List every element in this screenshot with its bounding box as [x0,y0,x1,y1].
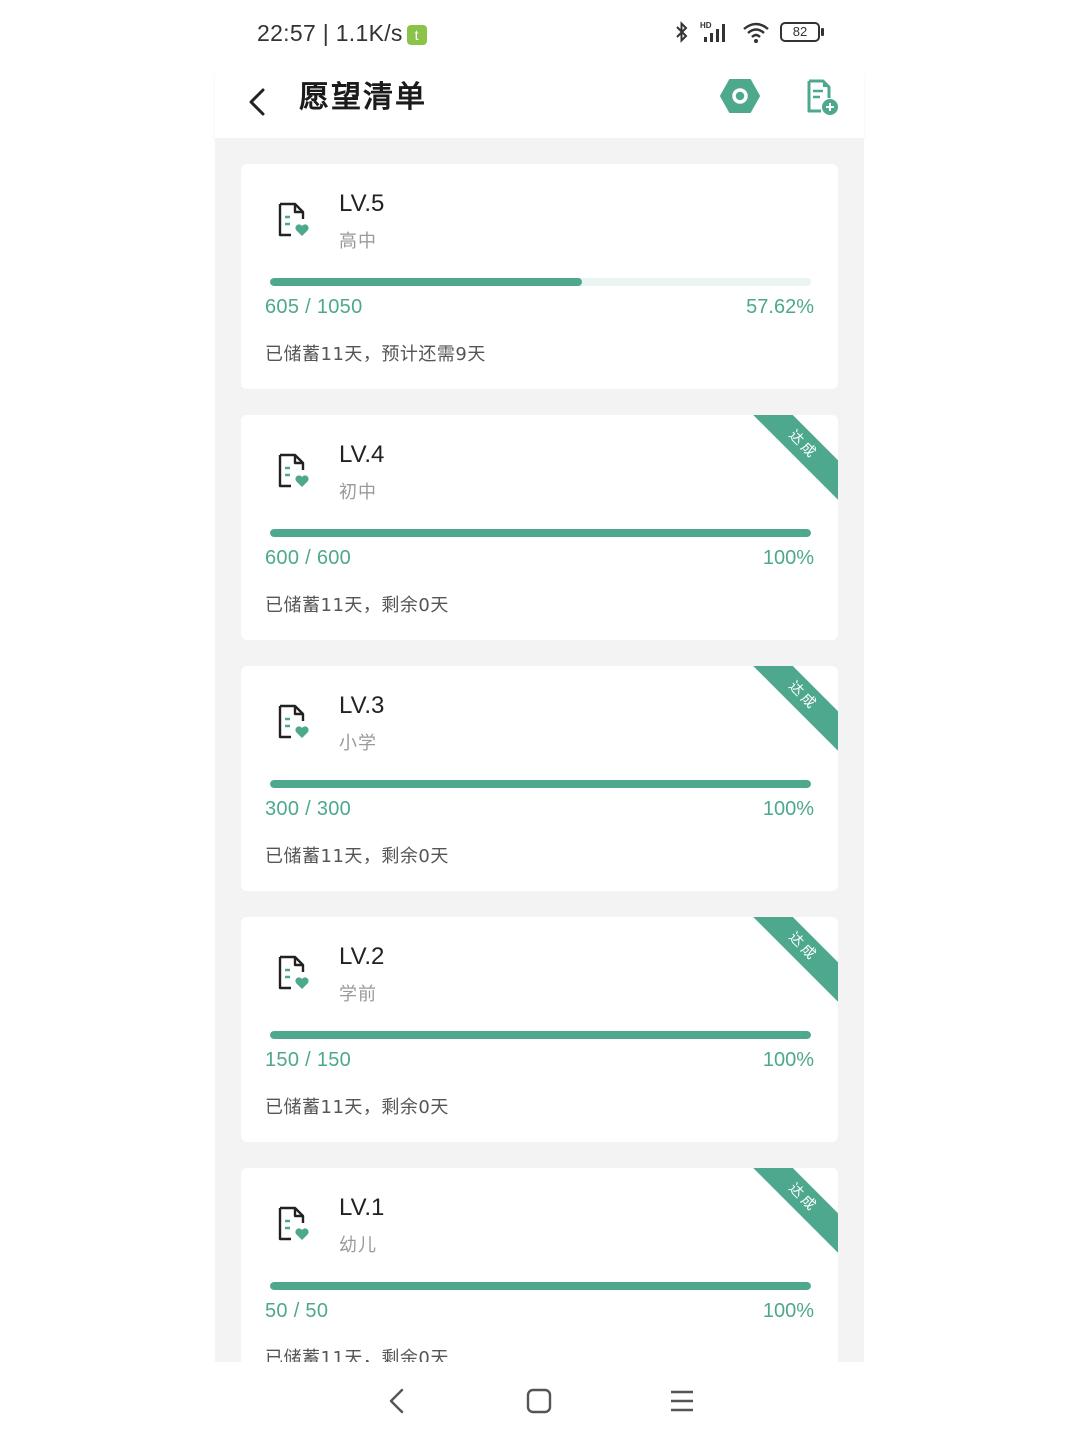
progress-fill [270,1031,811,1039]
page-title: 愿望清单 [299,80,427,115]
wish-percent: 100% [762,547,814,569]
wish-document-icon [278,453,309,488]
wish-percent: 100% [762,798,814,820]
wish-amount: 605 / 1050 [265,296,363,318]
progress-fill [270,278,582,286]
add-wish-button[interactable] [805,78,841,118]
progress-bar [270,278,811,286]
status-bar: 22:57 | 1.1K/s t HD 82 [215,0,864,72]
battery-indicator: 82 [780,22,824,42]
achieved-ribbon: 达成 [740,917,838,1010]
wish-card[interactable]: 达成 LV.4 初中 600 / 600 100% 已储蓄11天，剩余0天 [241,415,838,640]
status-time-text: 22:57 | 1.1K/s [257,20,403,46]
status-icons: HD 82 [674,20,824,44]
wish-note: 已储蓄11天，剩余0天 [265,1348,449,1362]
wish-level: LV.3 [339,692,385,719]
notification-badge: t [406,24,427,45]
wish-stage: 学前 [339,984,377,1005]
wish-amount: 50 / 50 [265,1300,329,1322]
progress-bar [270,780,811,788]
wifi-icon [743,22,769,43]
add-document-icon [807,79,838,115]
achieved-ribbon: 达成 [740,1168,838,1261]
wish-note: 已储蓄11天，剩余0天 [265,595,449,616]
wish-stage: 高中 [339,231,377,252]
wish-document-icon [278,202,309,237]
system-nav-bar [215,1362,864,1439]
wish-level: LV.4 [339,441,385,468]
wish-note: 已储蓄11天，剩余0天 [265,846,449,867]
back-button[interactable] [241,78,285,126]
wish-note: 已储蓄11天，预计还需9天 [265,344,486,365]
wish-amount: 150 / 150 [265,1049,352,1071]
app-bar: 愿望清单 [215,72,864,138]
signal-icon: HD [700,21,725,42]
nav-back-icon[interactable] [383,1386,411,1416]
progress-bar [270,1031,811,1039]
wish-document-icon [278,1206,309,1241]
wish-stage: 小学 [339,733,377,754]
progress-bar [270,529,811,537]
wish-card[interactable]: 达成 LV.2 学前 150 / 150 100% 已储蓄11天，剩余0天 [241,917,838,1142]
achieved-ribbon: 达成 [740,415,838,508]
svg-text:HD: HD [700,21,712,30]
status-time: 22:57 | 1.1K/s t [257,20,427,47]
wish-level: LV.1 [339,1194,385,1221]
nav-home-icon[interactable] [526,1388,552,1414]
wish-note: 已储蓄11天，剩余0天 [265,1097,449,1118]
wish-amount: 600 / 600 [265,547,352,569]
wish-list[interactable]: LV.5 高中 605 / 1050 57.62% 已储蓄11天，预计还需9天 … [215,138,864,1362]
achieved-ribbon: 达成 [740,666,838,759]
wish-amount: 300 / 300 [265,798,352,820]
wish-level: LV.5 [339,190,385,217]
settings-button[interactable] [720,76,760,116]
progress-bar [270,1282,811,1290]
wish-card[interactable]: 达成 LV.1 幼儿 50 / 50 100% 已储蓄11天，剩余0天 [241,1168,838,1362]
settings-hex-icon [720,79,760,113]
wish-document-icon [278,704,309,739]
wish-stage: 幼儿 [339,1235,377,1256]
progress-fill [270,1282,811,1290]
wish-level: LV.2 [339,943,385,970]
wish-stage: 初中 [339,482,377,503]
wish-percent: 100% [762,1300,814,1322]
wish-percent: 57.62% [746,296,814,318]
wish-card[interactable]: 达成 LV.3 小学 300 / 300 100% 已储蓄11天，剩余0天 [241,666,838,891]
wish-percent: 100% [762,1049,814,1071]
wish-document-icon [278,955,309,990]
back-arrow-icon [249,88,265,116]
nav-menu-icon[interactable] [669,1389,695,1413]
progress-fill [270,529,811,537]
wish-card[interactable]: LV.5 高中 605 / 1050 57.62% 已储蓄11天，预计还需9天 [241,164,838,389]
progress-fill [270,780,811,788]
bluetooth-icon [676,21,688,43]
